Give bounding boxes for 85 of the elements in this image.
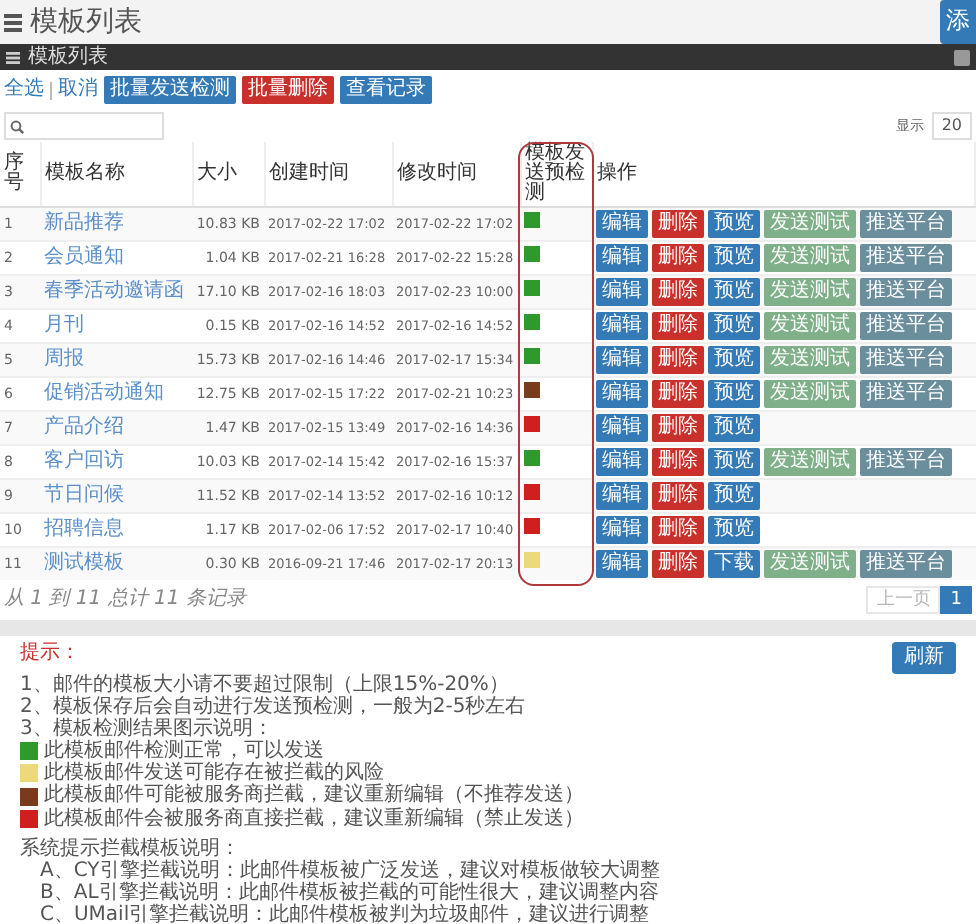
action-button[interactable]: 发送测试 [764,380,856,408]
action-button[interactable]: 预览 [708,244,760,272]
toolbar-link[interactable]: 全选 [4,78,44,102]
action-button[interactable]: 删除 [652,210,704,238]
action-button[interactable]: 预览 [708,380,760,408]
refresh-button[interactable]: 刷新 [892,642,956,673]
action-button[interactable]: 预览 [708,414,760,442]
action-button[interactable]: 预览 [708,448,760,476]
action-button[interactable]: 删除 [652,380,704,408]
action-button[interactable]: 编辑 [596,312,648,340]
legend-text: 此模板邮件会被服务商直接拦截，建议重新编辑（禁止发送） [44,807,584,830]
action-button[interactable]: 删除 [652,414,704,442]
search-field[interactable] [4,112,164,140]
list-icon [6,51,20,63]
action-button[interactable]: 发送测试 [764,210,856,238]
search-icon [10,119,24,133]
action-button[interactable]: 编辑 [596,550,648,578]
page-link: 上一页 [866,586,941,614]
template-name-link[interactable]: 月刊 [44,314,84,337]
tip-text: 2、模板保存后会自动进行发送预检测，一般为2-5秒左右 [20,695,528,718]
section-title: 系统提示拦截模板说明： [20,837,240,860]
toolbar-button[interactable]: 批量发送检测 [104,76,236,104]
toolbar-link[interactable]: 取消 [58,78,98,102]
action-button[interactable]: 编辑 [596,414,648,442]
toolbar-button[interactable]: 批量删除 [242,76,334,104]
action-button[interactable]: 预览 [708,516,760,544]
template-name-link[interactable]: 促销活动通知 [44,382,164,405]
action-button[interactable]: 删除 [652,278,704,306]
tip-text: 3、模板检测结果图示说明： [20,717,273,740]
tip-text: 1、邮件的模板大小请不要超过限制（上限15%-20%） [20,673,511,695]
action-button[interactable]: 推送平台 [860,210,952,238]
action-button[interactable]: 发送测试 [764,244,856,272]
action-button[interactable]: 下载 [708,550,760,578]
toolbar-button[interactable]: 查看记录 [340,76,432,104]
action-button[interactable]: 删除 [652,448,704,476]
template-name-link[interactable]: 招聘信息 [44,518,124,541]
action-button[interactable]: 发送测试 [764,346,856,374]
action-button[interactable]: 删除 [652,516,704,544]
action-button[interactable]: 删除 [652,482,704,510]
legend-text: 此模板邮件检测正常，可以发送 [44,740,324,763]
page-title: 模板列表 [30,5,142,39]
action-button[interactable]: 推送平台 [860,550,952,578]
legend-text: 此模板邮件可能被服务商拦截，建议重新编辑（不推荐发送） [44,784,584,807]
collapse-button[interactable] [954,49,970,65]
action-button[interactable]: 删除 [652,312,704,340]
action-button[interactable]: 预览 [708,210,760,238]
menu-icon [4,13,22,31]
action-button[interactable]: 预览 [708,346,760,374]
tip-text: C、UMail引擎拦截说明：此邮件模板被判为垃圾邮件，建议进行调整 [38,904,652,924]
action-button[interactable]: 发送测试 [764,550,856,578]
action-button[interactable]: 编辑 [596,346,648,374]
template-name-link[interactable]: 周报 [44,348,84,371]
action-button[interactable]: 编辑 [596,380,648,408]
action-button[interactable]: 删除 [652,550,704,578]
action-button[interactable]: 预览 [708,482,760,510]
template-name-link[interactable]: 会员通知 [44,246,124,269]
action-button[interactable]: 推送平台 [860,278,952,306]
action-button[interactable]: 编辑 [596,448,648,476]
template-name-link[interactable]: 客户回访 [44,450,124,473]
action-button[interactable]: 推送平台 [860,380,952,408]
tip-text: A、CY引擎拦截说明：此邮件模板被广泛发送，建议对模板做较大调整 [38,860,662,882]
action-button[interactable]: 发送测试 [764,278,856,306]
action-button[interactable]: 编辑 [596,516,648,544]
action-button[interactable]: 推送平台 [860,312,952,340]
action-button[interactable]: 推送平台 [860,346,952,374]
action-button[interactable]: 编辑 [596,482,648,510]
action-button[interactable]: 预览 [708,278,760,306]
action-button[interactable]: 预览 [708,312,760,340]
add-button[interactable]: 添 [940,0,976,44]
action-button[interactable]: 删除 [652,244,704,272]
legend-text: 此模板邮件发送可能存在被拦截的风险 [44,762,384,785]
action-button[interactable]: 编辑 [596,210,648,238]
action-button[interactable]: 发送测试 [764,312,856,340]
action-button[interactable]: 删除 [652,346,704,374]
action-button[interactable]: 编辑 [596,278,648,306]
record-count: 从 1 到 11 总计 11 条记录 [4,588,246,612]
panel-title: 模板列表 [28,45,108,69]
tip-text: B、AL引擎拦截说明：此邮件模板被拦截的可能性很大，建议调整内容 [38,882,661,905]
page-size-select[interactable]: 20 [931,112,972,140]
action-button[interactable]: 编辑 [596,244,648,272]
page-link[interactable]: 1 [940,586,972,614]
tips-title: 提示： [20,642,80,665]
action-button[interactable]: 发送测试 [764,448,856,476]
action-button[interactable]: 推送平台 [860,244,952,272]
action-button[interactable]: 推送平台 [860,448,952,476]
